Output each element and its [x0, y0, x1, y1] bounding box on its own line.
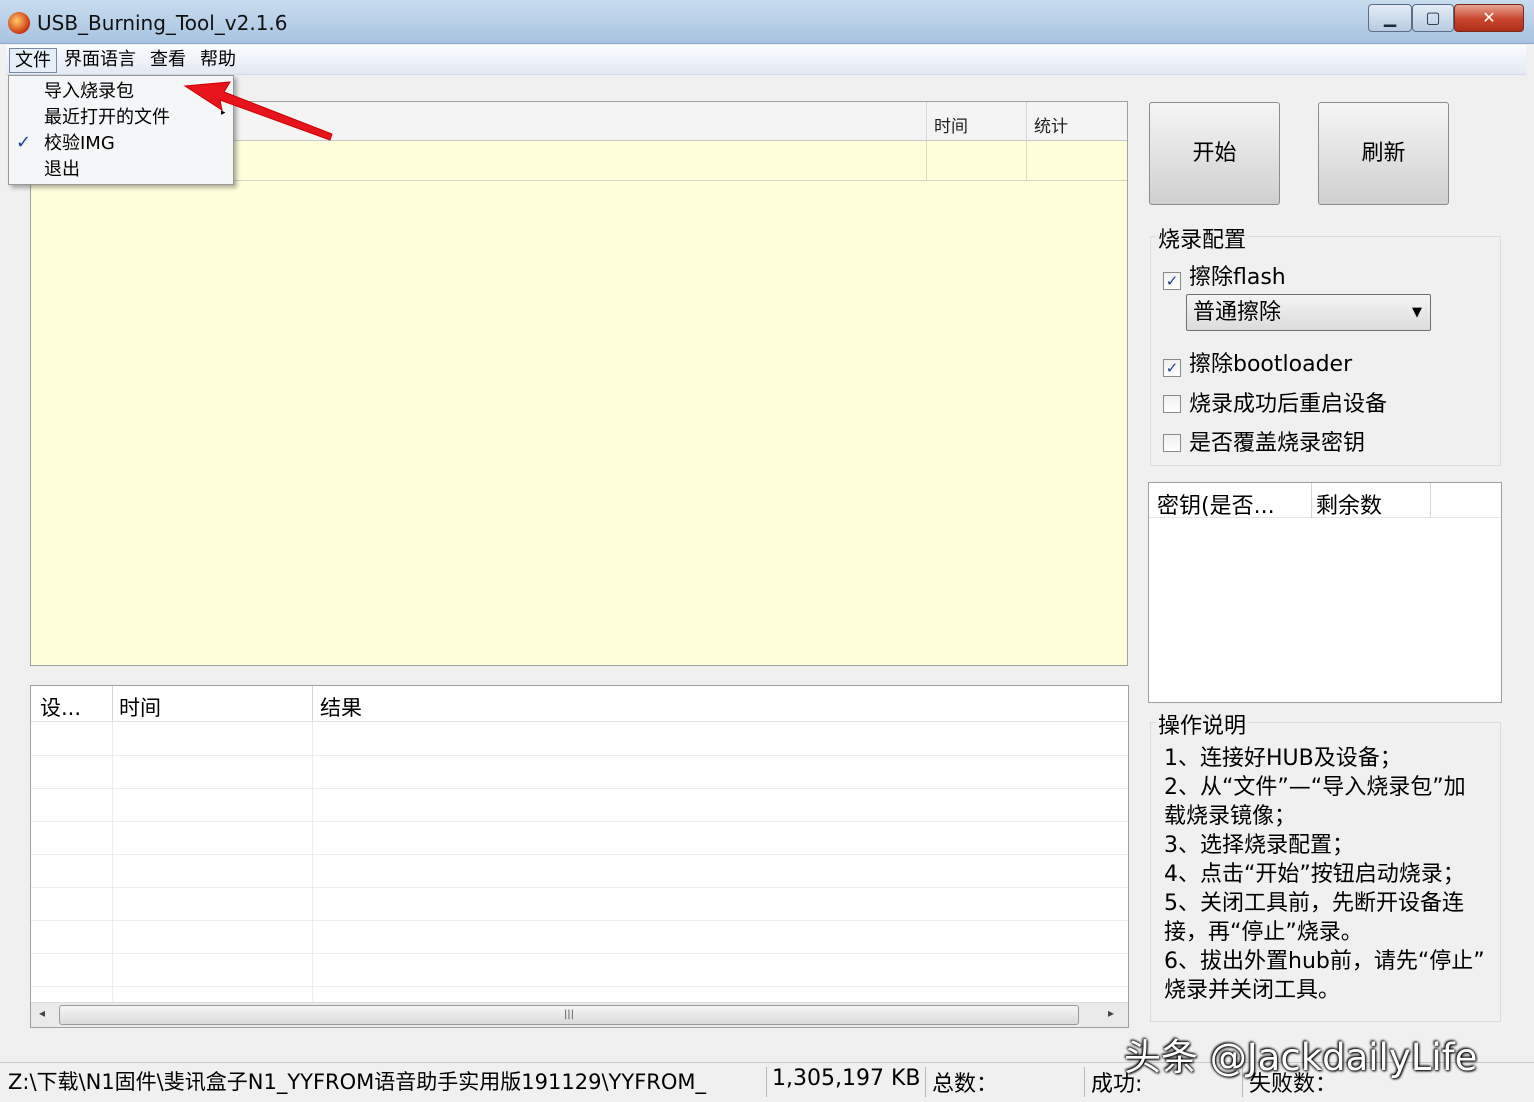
instructions-title: 操作说明 — [1156, 708, 1249, 740]
menu-item-recent-files[interactable]: 最近打开的文件 — [44, 105, 170, 131]
start-button[interactable]: 开始 — [1149, 102, 1280, 205]
checkbox-icon[interactable]: ✓ — [1163, 272, 1181, 290]
scroll-right-icon[interactable]: ▸ — [1108, 1006, 1114, 1020]
erase-mode-select[interactable]: 普通擦除 ▼ — [1186, 294, 1431, 331]
close-button[interactable]: ✕ — [1454, 4, 1524, 32]
horizontal-scrollbar[interactable]: ◂ ||| ▸ — [31, 1002, 1128, 1027]
overwrite-key-checkbox[interactable]: 是否覆盖烧录密钥 — [1163, 425, 1365, 457]
menu-language[interactable]: 界面语言 — [59, 48, 141, 73]
chevron-down-icon[interactable]: ▼ — [1412, 295, 1422, 330]
instruction-line: 6、拔出外置hub前，请先“停止” — [1164, 949, 1485, 974]
table-row — [31, 755, 1128, 756]
table-row — [31, 887, 1128, 888]
instruction-line: 烧录并关闭工具。 — [1164, 978, 1341, 1003]
table-row — [31, 821, 1128, 822]
menu-item-verify-img[interactable]: 校验IMG — [44, 131, 115, 157]
menu-file[interactable]: 文件 — [9, 48, 57, 73]
instruction-line: 2、从“文件”—“导入烧录包”加 — [1164, 775, 1466, 800]
table-row — [31, 788, 1128, 789]
key-table[interactable]: 密钥(是否... 剩余数 — [1148, 482, 1502, 703]
column-key[interactable]: 密钥(是否... — [1157, 488, 1275, 520]
menu-help[interactable]: 帮助 — [195, 48, 241, 73]
title-bar[interactable]: USB_Burning_Tool_v2.1.6 ▁ ▢ ✕ — [0, 0, 1534, 44]
erase-bootloader-checkbox[interactable]: ✓ 擦除bootloader — [1163, 346, 1352, 378]
device-list-panel[interactable]: 时间 统计 — [30, 101, 1128, 666]
menu-bar: 文件 界面语言 查看 帮助 — [6, 45, 1526, 75]
log-table[interactable]: 设... 时间 结果 ◂ ||| ▸ — [30, 685, 1129, 1028]
app-icon[interactable] — [8, 12, 30, 34]
menu-item-import-package[interactable]: 导入烧录包 — [44, 79, 134, 105]
minimize-button[interactable]: ▁ — [1368, 4, 1412, 32]
checkbox-icon[interactable] — [1163, 395, 1181, 413]
status-total: 总数： — [932, 1072, 999, 1097]
reboot-after-checkbox[interactable]: 烧录成功后重启设备 — [1163, 386, 1387, 418]
instruction-line: 5、关闭工具前，先断开设备连 — [1164, 891, 1464, 916]
status-file-path: Z:\下载\N1固件\斐讯盒子N1_YYFROM语音助手实用版191129\YY… — [8, 1070, 707, 1094]
instruction-line: 3、选择烧录配置； — [1164, 833, 1354, 858]
burn-config-title: 烧录配置 — [1156, 222, 1249, 254]
erase-flash-checkbox[interactable]: ✓ 擦除flash — [1163, 259, 1286, 291]
red-arrow-annotation — [183, 81, 333, 141]
maximize-button[interactable]: ▢ — [1412, 4, 1454, 32]
instruction-line: 接，再“停止”烧录。 — [1164, 920, 1363, 945]
column-time[interactable]: 时间 — [934, 112, 968, 137]
checkmark-icon: ✓ — [16, 132, 32, 153]
column-log-time[interactable]: 时间 — [119, 692, 161, 722]
watermark: 头条 @JackdailyLife — [1124, 1036, 1478, 1079]
checkbox-icon[interactable] — [1163, 434, 1181, 452]
instruction-line: 4、点击“开始”按钮启动烧录； — [1164, 862, 1465, 887]
column-result[interactable]: 结果 — [320, 692, 362, 722]
instruction-line: 1、连接好HUB及设备； — [1164, 746, 1402, 771]
refresh-button[interactable]: 刷新 — [1318, 102, 1449, 205]
column-device[interactable]: 设... — [40, 692, 81, 722]
column-remaining[interactable]: 剩余数 — [1316, 488, 1382, 520]
table-row — [31, 920, 1128, 921]
key-table-header: 密钥(是否... 剩余数 — [1149, 483, 1501, 520]
instructions-text: 1、连接好HUB及设备； 2、从“文件”—“导入烧录包”加 载烧录镜像； 3、选… — [1164, 744, 1504, 1005]
checkbox-icon[interactable]: ✓ — [1163, 359, 1181, 377]
window-title: USB_Burning_Tool_v2.1.6 — [37, 11, 288, 35]
scroll-left-icon[interactable]: ◂ — [39, 1006, 45, 1020]
status-file-size: 1,305,197 KB — [772, 1066, 921, 1091]
table-row — [31, 986, 1128, 987]
instruction-line: 载烧录镜像； — [1164, 804, 1297, 829]
scrollbar-thumb[interactable]: ||| — [59, 1005, 1079, 1025]
table-row — [31, 953, 1128, 954]
column-stats[interactable]: 统计 — [1034, 112, 1068, 137]
log-table-header: 设... 时间 结果 — [31, 686, 1128, 722]
menu-item-exit[interactable]: 退出 — [44, 157, 80, 183]
menu-view[interactable]: 查看 — [145, 48, 191, 73]
table-row — [31, 854, 1128, 855]
